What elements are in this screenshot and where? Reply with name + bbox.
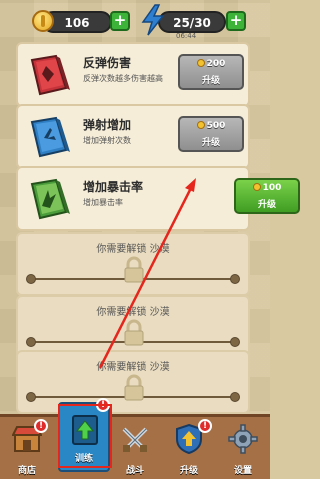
bottom-navigation: ! 商店 战斗 ! 升级 设置 (0, 414, 270, 479)
energy-counter: 25/30 (158, 11, 226, 33)
nav-tab-settings[interactable]: 设置 (216, 417, 270, 479)
rail-knob (230, 392, 240, 402)
unlock-requirement: 你需要解锁 沙漠 (96, 362, 170, 373)
nav-label: 商店 (17, 466, 36, 476)
lock-icon (124, 256, 144, 283)
upgrade-title: 弹射增加 (83, 118, 132, 132)
add-energy-button[interactable]: + (226, 11, 246, 31)
unlock-requirement: 你需要解锁 沙漠 (96, 244, 170, 255)
highlight-box (58, 404, 112, 468)
notification-badge: ! (198, 419, 212, 433)
coin-icon (196, 59, 205, 67)
upgrade-button[interactable]: 200 升级 (178, 54, 244, 90)
rail-knob (26, 392, 36, 402)
nav-label: 升级 (179, 466, 198, 476)
coin-icon (252, 183, 261, 191)
nav-tab-shop[interactable]: ! 商店 (0, 417, 54, 479)
unlock-requirement: 你需要解锁 沙漠 (96, 307, 170, 318)
coin-value: 106 (64, 16, 90, 30)
lock-icon (124, 374, 144, 401)
gear-icon (228, 424, 258, 454)
upgrade-title: 增加暴击率 (83, 180, 144, 194)
upgrade-card-ricochet: 弹射增加 增加弹射次数 500 升级 (16, 104, 250, 169)
lightning-bolt-icon (141, 4, 165, 36)
upgrade-card-crit-rate: 增加暴击率 增加暴击率 100 升级 (16, 166, 300, 231)
nav-tab-battle[interactable]: 战斗 (108, 417, 162, 479)
nav-tab-upgrade[interactable]: ! 升级 (162, 417, 216, 479)
upgrade-card-bounce-damage: 反弹伤害 反弹次数越多伤害越高 200 升级 (16, 42, 250, 107)
coin-icon (196, 121, 205, 129)
upgrade-label: 升级 (257, 200, 276, 210)
rail-knob (26, 274, 36, 284)
locked-upgrade-card: 你需要解锁 沙漠 (16, 350, 250, 414)
red-book-icon (30, 54, 70, 96)
upgrade-description: 增加暴击率 (83, 198, 123, 207)
upgrade-label: 升级 (201, 138, 220, 148)
rail-knob (230, 274, 240, 284)
blue-book-icon (30, 116, 70, 158)
green-book-icon (30, 178, 70, 220)
upgrade-cost: 200 (180, 59, 242, 69)
upgrade-cost: 100 (236, 183, 298, 193)
upgrade-description: 反弹次数越多伤害越高 (83, 74, 163, 83)
coin-icon (32, 10, 54, 32)
upgrade-description: 增加弹射次数 (83, 136, 131, 145)
upgrade-cost: 500 (180, 121, 242, 131)
locked-upgrade-card: 你需要解锁 沙漠 (16, 232, 250, 296)
energy-value: 25/30 (173, 16, 211, 30)
energy-timer: 06:44 (176, 32, 197, 40)
upgrade-button[interactable]: 500 升级 (178, 116, 244, 152)
rail-knob (230, 337, 240, 347)
add-coins-button[interactable]: + (110, 11, 130, 31)
notification-badge: ! (34, 419, 48, 433)
nav-label: 设置 (233, 466, 252, 476)
upgrade-label: 升级 (201, 76, 220, 86)
rail-knob (26, 337, 36, 347)
crossed-swords-icon (122, 427, 148, 452)
nav-label: 战斗 (125, 466, 144, 476)
resource-bar: 106 + 25/30 + 06:44 (0, 0, 270, 40)
upgrade-button[interactable]: 100 升级 (234, 178, 300, 214)
lock-icon (124, 319, 144, 346)
upgrade-title: 反弹伤害 (83, 56, 132, 70)
